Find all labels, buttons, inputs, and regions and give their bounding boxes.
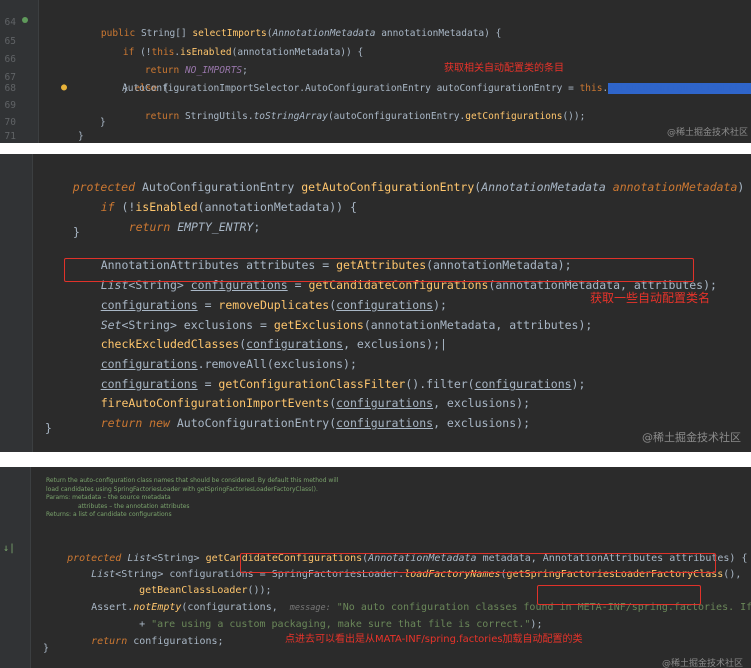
code-line-auto-configuration-entry: AutoConfigurationImportSelector.AutoConf… (122, 83, 751, 94)
code-line-return-empty-entry: return EMPTY_ENTRY; (128, 220, 261, 234)
selected-text[interactable]: getAutoConfigurationEntry (608, 83, 751, 94)
implements-gutter-icon[interactable] (22, 17, 28, 23)
line-number: 68 (4, 83, 16, 94)
highlight-box (240, 553, 716, 573)
line-number-gutter (0, 467, 31, 668)
javadoc-block: Return the auto-configuration class name… (46, 477, 338, 520)
code-line-close-brace: } (43, 643, 50, 654)
code-panel-select-imports: 64 65 66 67 68 69 70 71 ● public String[… (0, 0, 751, 143)
line-number: 69 (4, 100, 16, 111)
line-number: 71 (4, 131, 16, 142)
code-panel-get-auto-configuration-entry: protected AutoConfigurationEntry getAuto… (0, 154, 751, 452)
code-line-close-brace: } (78, 131, 84, 142)
line-number: 67 (4, 72, 16, 83)
watermark: @稀土掘金技术社区 (667, 128, 749, 138)
code-line-close-brace: } (73, 225, 80, 239)
annotation-label: 获取相关自动配置类的条目 (444, 63, 564, 74)
code-line-return-entry: return new AutoConfigurationEntry(config… (100, 416, 530, 430)
javadoc-line: Return the auto-configuration class name… (46, 477, 339, 484)
code-line-return-configurations: return configurations; (91, 636, 224, 647)
line-number: 70 (4, 117, 16, 128)
annotation-label: 点进去可以看出是从MATA-INF/spring.factories加载自动配置… (285, 634, 583, 645)
javadoc-line: load candidates using SpringFactoriesLoa… (46, 485, 318, 493)
highlight-box (64, 258, 694, 282)
line-number: 64 (4, 17, 16, 28)
line-number-gutter (0, 154, 33, 452)
watermark: @稀土掘金技术社区 (642, 431, 741, 444)
code-panel-get-candidate-configurations: Return the auto-configuration class name… (0, 467, 751, 668)
annotation-label: 获取一些自动配置类名 (590, 291, 711, 305)
line-number: 66 (4, 54, 16, 65)
highlight-box (537, 585, 701, 605)
watermark: @稀土掘金技术社区 (662, 659, 744, 668)
javadoc-line: Returns: a list of candidate configurati… (46, 511, 172, 518)
lightbulb-icon[interactable]: ● (61, 82, 67, 93)
line-number: 65 (4, 36, 16, 47)
javadoc-line: attributes – the annotation attributes (78, 502, 190, 510)
javadoc-line: Params: metadata – the source metadata (46, 494, 171, 501)
code-line-close-brace: } (100, 117, 106, 128)
code-line-close-brace: } (45, 421, 52, 435)
override-gutter-icon[interactable]: ↓| (3, 543, 15, 554)
code-line-return-string-array: return StringUtils.toStringArray(autoCon… (144, 111, 586, 122)
